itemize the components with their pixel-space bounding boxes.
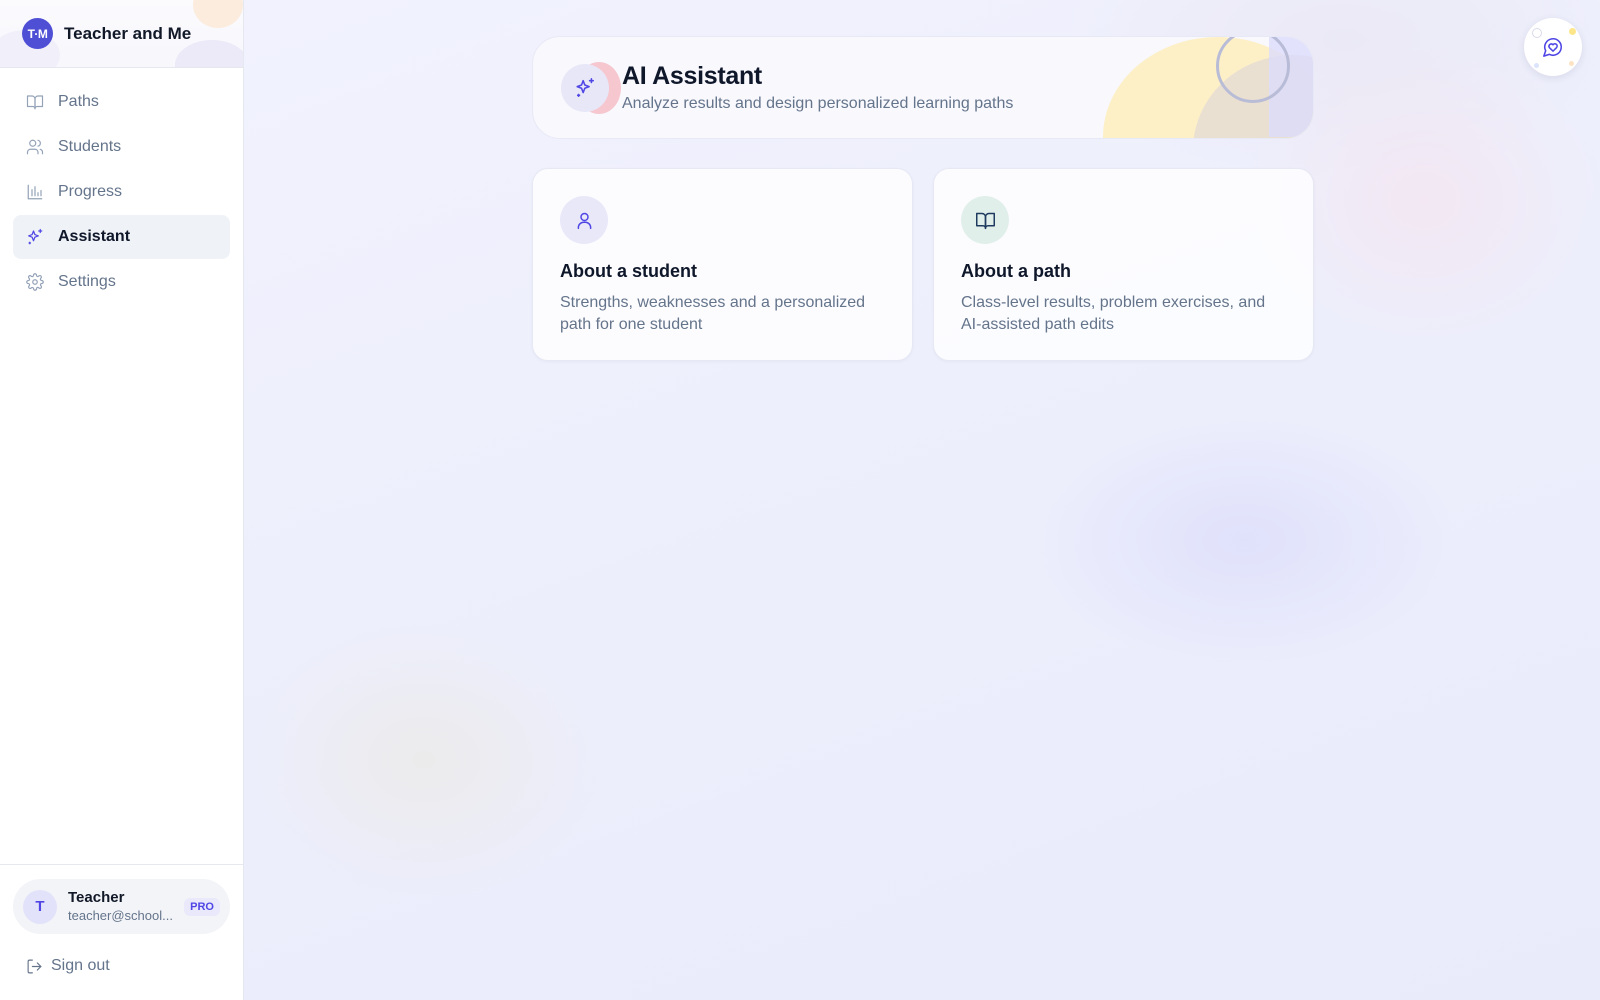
- sidebar-item-label: Settings: [58, 273, 116, 290]
- brand-header: T·M Teacher and Me: [0, 0, 243, 68]
- sidebar-item-settings[interactable]: Settings: [13, 260, 230, 304]
- sidebar-item-assistant[interactable]: Assistant: [13, 215, 230, 259]
- gear-icon: [26, 273, 44, 291]
- sign-out-button[interactable]: Sign out: [13, 948, 230, 984]
- users-icon: [26, 138, 44, 156]
- assistant-hero-banner: AI Assistant Analyze results and design …: [532, 36, 1314, 139]
- about-path-card[interactable]: About a path Class-level results, proble…: [933, 168, 1314, 361]
- sidebar: T·M Teacher and Me Paths Students Progre…: [0, 0, 244, 1000]
- page-subtitle: Analyze results and design personalized …: [622, 95, 1014, 112]
- card-title: About a path: [961, 261, 1071, 281]
- logo[interactable]: T·M: [22, 18, 53, 49]
- decorative-dot: [1569, 28, 1576, 35]
- card-title: About a student: [560, 261, 697, 281]
- user-info: Teacher teacher@school...: [68, 889, 173, 924]
- card-description: Strengths, weaknesses and a personalized…: [560, 294, 866, 333]
- sidebar-item-label: Students: [58, 138, 122, 155]
- main-content: AI Assistant Analyze results and design …: [244, 0, 1600, 1000]
- user-email: teacher@school...: [68, 907, 173, 923]
- decorative-dot: [1569, 61, 1574, 66]
- sparkles-icon: [561, 63, 609, 112]
- user-card[interactable]: T Teacher teacher@school... PRO: [13, 879, 230, 934]
- page-title: AI Assistant: [622, 62, 762, 90]
- decorative-blob: [193, 0, 243, 28]
- book-open-icon: [961, 196, 1009, 244]
- user-name: Teacher: [68, 889, 125, 906]
- sidebar-nav: Paths Students Progress Assistant Settin…: [0, 68, 243, 304]
- sidebar-item-label: Assistant: [58, 228, 131, 245]
- sidebar-footer: T Teacher teacher@school... PRO Sign out: [0, 864, 243, 1000]
- sparkles-icon: [26, 228, 44, 246]
- bar-chart-icon: [26, 183, 44, 201]
- log-out-icon: [27, 959, 42, 973]
- sidebar-item-label: Paths: [58, 93, 99, 110]
- chat-support-button[interactable]: [1524, 18, 1582, 76]
- app-root: T·M Teacher and Me Paths Students Progre…: [0, 0, 1600, 1000]
- card-description: Class-level results, problem exercises, …: [961, 294, 1266, 333]
- about-student-card[interactable]: About a student Strengths, weaknesses an…: [532, 168, 913, 361]
- decorative-blob: [175, 40, 243, 67]
- hero-icon-group: [561, 61, 621, 114]
- book-open-icon: [26, 93, 44, 111]
- chat-heart-icon: [1543, 37, 1563, 57]
- sidebar-item-progress[interactable]: Progress: [13, 170, 230, 214]
- decorative-dot: [1532, 28, 1542, 38]
- sidebar-item-label: Progress: [58, 183, 123, 200]
- avatar: T: [23, 889, 57, 924]
- hero-text: AI Assistant Analyze results and design …: [622, 62, 1013, 113]
- sign-out-label: Sign out: [51, 957, 110, 974]
- plan-badge: PRO: [184, 897, 220, 916]
- sidebar-item-paths[interactable]: Paths: [13, 80, 230, 124]
- decorative-dot: [1534, 63, 1539, 68]
- brand-name[interactable]: Teacher and Me: [64, 24, 191, 44]
- assistant-options: About a student Strengths, weaknesses an…: [532, 168, 1314, 361]
- sidebar-item-students[interactable]: Students: [13, 125, 230, 169]
- user-icon: [560, 196, 608, 244]
